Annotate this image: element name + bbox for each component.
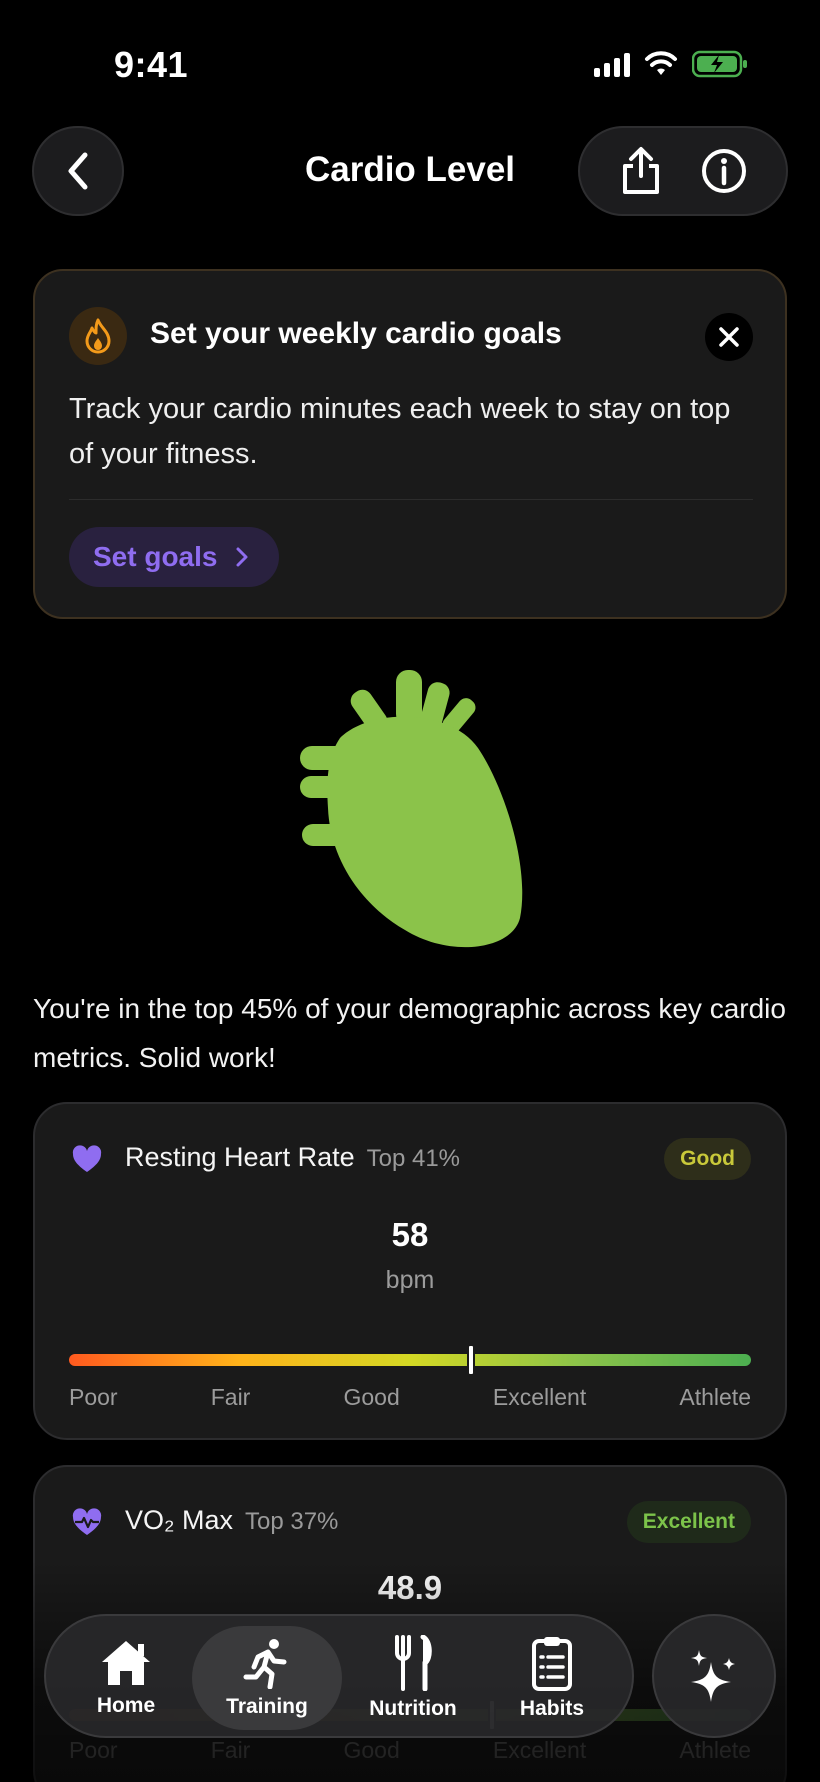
heart-illustration <box>300 668 530 950</box>
scale-label: Fair <box>210 1384 251 1410</box>
header-actions <box>578 126 788 216</box>
info-icon[interactable] <box>701 148 747 194</box>
metric-title: VO₂ Max <box>125 1505 233 1535</box>
level-scale: Poor Fair Good Excellent Athlete <box>69 1737 751 1764</box>
fork-knife-icon <box>395 1635 432 1691</box>
scale-label: Athlete <box>679 1737 751 1763</box>
level-scale: Poor Fair Good Excellent Athlete <box>69 1384 751 1411</box>
header: Cardio Level <box>0 126 820 218</box>
status-bar: 9:41 <box>0 0 820 130</box>
goal-card: Set your weekly cardio goals Track your … <box>33 269 787 619</box>
tab-training[interactable]: Training <box>192 1626 342 1730</box>
status-badge: Good <box>664 1138 751 1180</box>
scale-label: Fair <box>210 1737 251 1763</box>
status-badge: Excellent <box>626 1501 751 1543</box>
signal-icon <box>594 51 630 77</box>
metric-value: 48.9 <box>377 1569 443 1606</box>
level-bar <box>69 1354 751 1366</box>
chevron-right-icon <box>236 547 248 567</box>
tab-habits[interactable]: Habits <box>484 1626 620 1730</box>
tab-label: Habits <box>519 1697 585 1720</box>
summary-text: You're in the top 45% of your demographi… <box>33 993 786 1073</box>
flame-icon <box>85 318 111 354</box>
clipboard-icon <box>532 1637 572 1691</box>
home-icon <box>102 1641 150 1685</box>
scale-label: Athlete <box>679 1384 751 1410</box>
metric-percentile: Top 41% <box>366 1145 461 1172</box>
goal-icon-badge <box>69 307 127 365</box>
goal-body: Track your cardio minutes each week to s… <box>69 393 731 470</box>
tab-label: Nutrition <box>369 1697 457 1720</box>
heart-pulse-icon <box>72 1508 102 1535</box>
metric-name: Resting Heart Rate Top 41% <box>125 1142 460 1173</box>
scale-label: Poor <box>69 1384 118 1410</box>
running-icon <box>243 1639 287 1689</box>
metric-title: Resting Heart Rate <box>125 1142 355 1172</box>
metric-unit: bpm <box>385 1266 435 1294</box>
tab-label: Home <box>96 1694 156 1717</box>
tab-nutrition[interactable]: Nutrition <box>342 1626 484 1730</box>
tab-label: Training <box>226 1695 308 1718</box>
scale-label: Good <box>343 1384 400 1410</box>
set-goals-label: Set goals <box>93 541 218 572</box>
set-goals-button[interactable]: Set goals <box>69 527 280 587</box>
metric-card-resting-heart-rate[interactable]: Resting Heart Rate Top 41% Good 58 bpm Po… <box>33 1102 787 1440</box>
status-icons <box>594 50 748 78</box>
scale-label: Good <box>343 1737 400 1763</box>
battery-charging-icon <box>692 50 747 78</box>
share-icon[interactable] <box>619 146 663 196</box>
close-icon <box>719 327 739 347</box>
scale-label: Poor <box>69 1737 118 1763</box>
divider <box>69 499 753 500</box>
wifi-icon <box>645 51 677 75</box>
metric-percentile: Top 37% <box>245 1508 339 1535</box>
heart-icon <box>72 1145 102 1172</box>
metric-value: 58 <box>391 1216 429 1253</box>
sparkles-icon <box>691 1650 735 1702</box>
scale-label: Excellent <box>492 1737 587 1763</box>
scale-label: Excellent <box>492 1384 587 1410</box>
tab-bar: Home Training Nutrition Habits <box>44 1614 634 1738</box>
goal-title: Set your weekly cardio goals <box>150 317 562 350</box>
ai-assistant-button[interactable] <box>652 1614 776 1738</box>
close-button[interactable] <box>705 313 753 361</box>
tab-home[interactable]: Home <box>60 1626 192 1730</box>
level-marker <box>467 1344 476 1376</box>
metric-name: VO₂ Max Top 37% <box>125 1505 338 1536</box>
status-time: 9:41 <box>114 44 189 85</box>
anatomical-heart-icon <box>300 670 523 948</box>
